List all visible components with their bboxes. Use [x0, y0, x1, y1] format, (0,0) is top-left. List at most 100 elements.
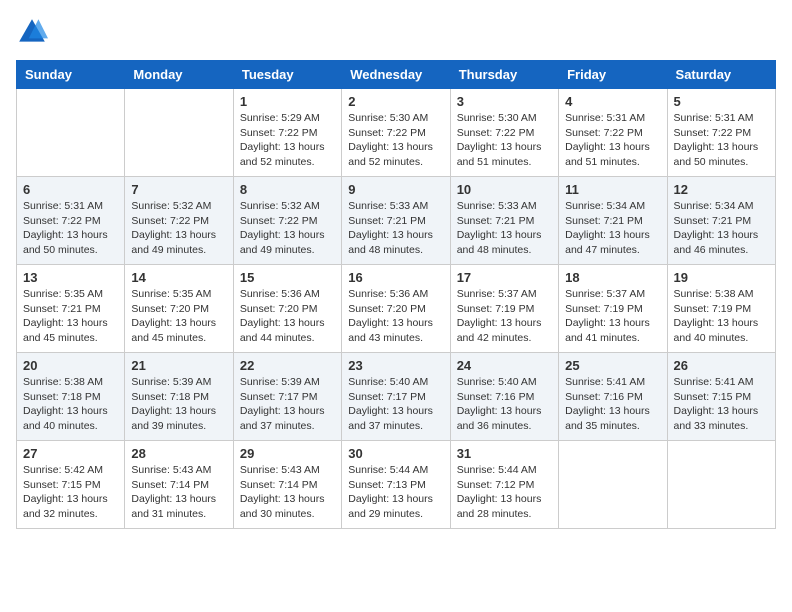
day-number: 16 — [348, 270, 443, 285]
calendar-cell: 13 Sunrise: 5:35 AM Sunset: 7:21 PM Dayli… — [17, 265, 125, 353]
day-number: 17 — [457, 270, 552, 285]
day-number: 8 — [240, 182, 335, 197]
day-info: Sunrise: 5:43 AM Sunset: 7:14 PM Dayligh… — [240, 463, 335, 522]
calendar-cell: 29Sunrise: 5:43 AM Sunset: 7:14 PM Dayli… — [233, 441, 341, 529]
calendar-cell: 14 Sunrise: 5:35 AM Sunset: 7:20 PM Dayli… — [125, 265, 233, 353]
day-info: Sunrise: 5:38 AM Sunset: 7:19 PM Dayligh… — [674, 287, 769, 346]
day-number: 12 — [674, 182, 769, 197]
day-number: 31 — [457, 446, 552, 461]
day-info: Sunrise: 5:36 AM Sunset: 7:20 PM Dayligh… — [348, 287, 443, 346]
calendar-cell — [559, 441, 667, 529]
day-number: 10 — [457, 182, 552, 197]
logo-icon — [16, 16, 48, 48]
day-header-thursday: Thursday — [450, 61, 558, 89]
day-header-saturday: Saturday — [667, 61, 775, 89]
calendar-cell: 6 Sunrise: 5:31 AM Sunset: 7:22 PM Daylig… — [17, 177, 125, 265]
calendar-cell: 10 Sunrise: 5:33 AM Sunset: 7:21 PM Dayli… — [450, 177, 558, 265]
day-number: 5 — [674, 94, 769, 109]
day-info: Sunrise: 5:39 AM Sunset: 7:17 PM Dayligh… — [240, 375, 335, 434]
day-info: Sunrise: 5:43 AM Sunset: 7:14 PM Dayligh… — [131, 463, 226, 522]
day-info: Sunrise: 5:35 AM Sunset: 7:21 PM Dayligh… — [23, 287, 118, 346]
day-number: 3 — [457, 94, 552, 109]
day-number: 19 — [674, 270, 769, 285]
day-number: 24 — [457, 358, 552, 373]
day-number: 20 — [23, 358, 118, 373]
day-info: Sunrise: 5:40 AM Sunset: 7:16 PM Dayligh… — [457, 375, 552, 434]
calendar-cell: 17 Sunrise: 5:37 AM Sunset: 7:19 PM Dayli… — [450, 265, 558, 353]
day-number: 13 — [23, 270, 118, 285]
calendar-cell: 24 Sunrise: 5:40 AM Sunset: 7:16 PM Dayli… — [450, 353, 558, 441]
day-header-sunday: Sunday — [17, 61, 125, 89]
day-info: Sunrise: 5:40 AM Sunset: 7:17 PM Dayligh… — [348, 375, 443, 434]
calendar-cell: 1Sunrise: 5:29 AM Sunset: 7:22 PM Daylig… — [233, 89, 341, 177]
day-number: 2 — [348, 94, 443, 109]
calendar-week-row: 20 Sunrise: 5:38 AM Sunset: 7:18 PM Dayli… — [17, 353, 776, 441]
calendar-cell: 2Sunrise: 5:30 AM Sunset: 7:22 PM Daylig… — [342, 89, 450, 177]
day-number: 15 — [240, 270, 335, 285]
calendar-cell: 21 Sunrise: 5:39 AM Sunset: 7:18 PM Dayli… — [125, 353, 233, 441]
calendar-cell — [125, 89, 233, 177]
day-number: 18 — [565, 270, 660, 285]
day-info: Sunrise: 5:32 AM Sunset: 7:22 PM Dayligh… — [240, 199, 335, 258]
day-info: Sunrise: 5:31 AM Sunset: 7:22 PM Dayligh… — [23, 199, 118, 258]
day-header-wednesday: Wednesday — [342, 61, 450, 89]
calendar-cell: 30Sunrise: 5:44 AM Sunset: 7:13 PM Dayli… — [342, 441, 450, 529]
calendar-cell: 27 Sunrise: 5:42 AM Sunset: 7:15 PM Dayli… — [17, 441, 125, 529]
calendar-cell: 20 Sunrise: 5:38 AM Sunset: 7:18 PM Dayli… — [17, 353, 125, 441]
day-number: 7 — [131, 182, 226, 197]
day-info: Sunrise: 5:31 AM Sunset: 7:22 PM Dayligh… — [565, 111, 660, 170]
calendar-cell: 23 Sunrise: 5:40 AM Sunset: 7:17 PM Dayli… — [342, 353, 450, 441]
calendar-header-row: SundayMondayTuesdayWednesdayThursdayFrid… — [17, 61, 776, 89]
calendar-cell: 5 Sunrise: 5:31 AM Sunset: 7:22 PM Daylig… — [667, 89, 775, 177]
calendar-cell — [17, 89, 125, 177]
calendar-cell: 12 Sunrise: 5:34 AM Sunset: 7:21 PM Dayli… — [667, 177, 775, 265]
day-number: 27 — [23, 446, 118, 461]
day-info: Sunrise: 5:31 AM Sunset: 7:22 PM Dayligh… — [674, 111, 769, 170]
calendar-cell: 25 Sunrise: 5:41 AM Sunset: 7:16 PM Dayli… — [559, 353, 667, 441]
day-number: 11 — [565, 182, 660, 197]
day-info: Sunrise: 5:44 AM Sunset: 7:12 PM Dayligh… — [457, 463, 552, 522]
day-header-monday: Monday — [125, 61, 233, 89]
calendar-cell: 31 Sunrise: 5:44 AM Sunset: 7:12 PM Dayli… — [450, 441, 558, 529]
day-info: Sunrise: 5:39 AM Sunset: 7:18 PM Dayligh… — [131, 375, 226, 434]
day-number: 28 — [131, 446, 226, 461]
calendar-cell: 15 Sunrise: 5:36 AM Sunset: 7:20 PM Dayli… — [233, 265, 341, 353]
day-number: 6 — [23, 182, 118, 197]
calendar-week-row: 13 Sunrise: 5:35 AM Sunset: 7:21 PM Dayli… — [17, 265, 776, 353]
calendar-week-row: 1Sunrise: 5:29 AM Sunset: 7:22 PM Daylig… — [17, 89, 776, 177]
day-number: 21 — [131, 358, 226, 373]
day-info: Sunrise: 5:37 AM Sunset: 7:19 PM Dayligh… — [457, 287, 552, 346]
calendar-cell: 3 Sunrise: 5:30 AM Sunset: 7:22 PM Daylig… — [450, 89, 558, 177]
day-info: Sunrise: 5:37 AM Sunset: 7:19 PM Dayligh… — [565, 287, 660, 346]
day-number: 30 — [348, 446, 443, 461]
calendar-cell: 7 Sunrise: 5:32 AM Sunset: 7:22 PM Daylig… — [125, 177, 233, 265]
day-info: Sunrise: 5:36 AM Sunset: 7:20 PM Dayligh… — [240, 287, 335, 346]
calendar-cell: 8 Sunrise: 5:32 AM Sunset: 7:22 PM Daylig… — [233, 177, 341, 265]
calendar-cell: 4 Sunrise: 5:31 AM Sunset: 7:22 PM Daylig… — [559, 89, 667, 177]
calendar-cell: 19 Sunrise: 5:38 AM Sunset: 7:19 PM Dayli… — [667, 265, 775, 353]
day-number: 4 — [565, 94, 660, 109]
day-number: 22 — [240, 358, 335, 373]
logo — [16, 16, 54, 48]
day-info: Sunrise: 5:38 AM Sunset: 7:18 PM Dayligh… — [23, 375, 118, 434]
day-info: Sunrise: 5:41 AM Sunset: 7:16 PM Dayligh… — [565, 375, 660, 434]
day-info: Sunrise: 5:42 AM Sunset: 7:15 PM Dayligh… — [23, 463, 118, 522]
calendar-week-row: 6 Sunrise: 5:31 AM Sunset: 7:22 PM Daylig… — [17, 177, 776, 265]
calendar-cell — [667, 441, 775, 529]
calendar-cell: 9 Sunrise: 5:33 AM Sunset: 7:21 PM Daylig… — [342, 177, 450, 265]
day-number: 26 — [674, 358, 769, 373]
day-number: 25 — [565, 358, 660, 373]
day-info: Sunrise: 5:32 AM Sunset: 7:22 PM Dayligh… — [131, 199, 226, 258]
day-info: Sunrise: 5:35 AM Sunset: 7:20 PM Dayligh… — [131, 287, 226, 346]
day-info: Sunrise: 5:41 AM Sunset: 7:15 PM Dayligh… — [674, 375, 769, 434]
day-info: Sunrise: 5:34 AM Sunset: 7:21 PM Dayligh… — [674, 199, 769, 258]
day-header-friday: Friday — [559, 61, 667, 89]
calendar: SundayMondayTuesdayWednesdayThursdayFrid… — [16, 60, 776, 529]
day-number: 14 — [131, 270, 226, 285]
day-info: Sunrise: 5:33 AM Sunset: 7:21 PM Dayligh… — [348, 199, 443, 258]
day-info: Sunrise: 5:33 AM Sunset: 7:21 PM Dayligh… — [457, 199, 552, 258]
day-info: Sunrise: 5:30 AM Sunset: 7:22 PM Dayligh… — [457, 111, 552, 170]
day-info: Sunrise: 5:29 AM Sunset: 7:22 PM Dayligh… — [240, 111, 335, 170]
day-number: 23 — [348, 358, 443, 373]
day-number: 9 — [348, 182, 443, 197]
